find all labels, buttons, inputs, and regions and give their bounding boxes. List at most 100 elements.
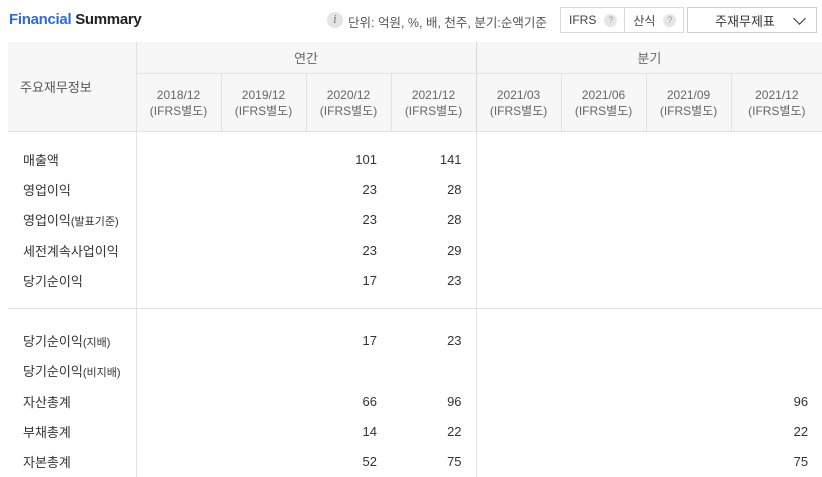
value-cell: 23: [362, 181, 377, 197]
value-cell: [221, 386, 306, 416]
value-cell: [221, 205, 306, 235]
value-cell: [561, 356, 646, 386]
value-cell: [475, 355, 562, 387]
value-cell: [475, 386, 562, 417]
value-cell: 28: [447, 181, 462, 197]
value-cell: 14: [362, 424, 377, 440]
summary-header: Financial Summary i 단위: 억원, %, 배, 천주, 분기…: [0, 0, 822, 42]
row-label-main: 당기순이익: [23, 364, 83, 380]
table-row: 자본총계 52 75 75: [8, 446, 822, 477]
value-cell: 17: [362, 272, 377, 288]
value-cell: [221, 416, 306, 446]
value-cell: [135, 204, 221, 235]
formula-button[interactable]: 산식?: [624, 8, 683, 32]
value-cell: [561, 174, 646, 204]
period-header: 2021/06 (IFRS별도): [560, 73, 647, 132]
value-cell: 28: [447, 212, 462, 228]
value-cell: 23: [447, 272, 462, 288]
ifrs-button[interactable]: IFRS?: [561, 8, 624, 32]
value-cell: [561, 447, 646, 477]
row-label: 당기순이익(비지배): [8, 356, 136, 386]
value-cell: [221, 325, 306, 355]
help-icon[interactable]: ?: [663, 13, 677, 27]
value-cell: 66: [362, 393, 377, 409]
spacer: [8, 309, 136, 326]
value-cell: [561, 235, 646, 265]
spacer: [8, 295, 136, 310]
value-cell: [135, 325, 221, 356]
value-cell: 22: [793, 424, 809, 440]
value-cell: [221, 174, 306, 204]
value-cell: [731, 205, 822, 235]
formula-label: 산식: [633, 13, 656, 28]
financial-summary-table: 주요재무정보 연간 분기 2018/12 (IFRS별도) 2019/12 (IFRS…: [8, 42, 822, 477]
spacer: [561, 309, 646, 326]
value-cell: [731, 235, 822, 265]
value-cell: [221, 265, 306, 295]
ifrs-label: IFRS: [569, 13, 597, 27]
value-cell: [135, 265, 221, 296]
value-cell: 22: [447, 424, 462, 440]
period-date: 2021/09: [666, 87, 711, 102]
value-cell: [135, 386, 221, 417]
value-cell: [561, 205, 646, 235]
table-row: 부채총계 14 22 22: [8, 416, 822, 447]
value-cell: [475, 325, 562, 356]
period-header: 2019/12 (IFRS별도): [220, 73, 306, 132]
value-cell: [306, 356, 391, 386]
value-cell: [475, 144, 562, 175]
help-icon[interactable]: ?: [604, 13, 618, 27]
value-cell: [646, 265, 731, 295]
spacer: [221, 309, 306, 326]
value-cell: [646, 386, 731, 416]
row-label-main: 세전계속사업이익: [23, 243, 119, 259]
period-basis: (IFRS별도): [489, 103, 548, 118]
spacer: [646, 309, 731, 326]
period-header: 2021/09 (IFRS별도): [645, 73, 732, 132]
row-label: 세전계속사업이익: [8, 235, 136, 265]
value-cell: [646, 325, 731, 355]
row-label: 당기순이익: [8, 265, 136, 295]
spacer: [475, 131, 562, 144]
spacer: [731, 309, 822, 326]
spacer: [391, 132, 476, 145]
value-cell: [731, 174, 822, 204]
value-cell: [731, 265, 822, 295]
value-cell: [475, 174, 562, 205]
value-cell: 23: [447, 333, 462, 349]
spacer: [8, 132, 136, 145]
chevron-down-icon: [793, 12, 806, 25]
spacer: [561, 132, 646, 145]
value-cell: 101: [355, 151, 377, 167]
period-date: 2021/03: [496, 87, 541, 102]
info-icon[interactable]: i: [327, 12, 343, 28]
row-label-suffix: (지배): [82, 337, 111, 350]
period-date: 2020/12: [326, 87, 371, 102]
value-cell: [391, 356, 476, 386]
value-cell: [475, 265, 562, 296]
row-label-main: 당기순이익: [23, 334, 83, 350]
statement-select-value: 주재무제표: [715, 13, 775, 29]
value-cell: [221, 144, 306, 174]
spacer: [475, 308, 562, 326]
row-label-main: 영업이익: [23, 213, 71, 229]
statement-select[interactable]: 주재무제표: [687, 7, 817, 33]
value-cell: [135, 174, 221, 205]
period-date: 2018/12: [156, 87, 201, 102]
table-row: 매출액 101 141: [8, 144, 822, 175]
section-title: Financial Summary: [9, 11, 142, 28]
period-header: 2020/12 (IFRS별도): [305, 73, 391, 132]
value-cell: 52: [362, 454, 377, 470]
spacer: [221, 132, 306, 145]
value-cell: [135, 144, 221, 175]
row-label: 자본총계: [8, 447, 136, 477]
value-cell: [221, 356, 306, 386]
value-cell: 17: [362, 333, 377, 349]
group-annual: 연간: [135, 42, 477, 74]
value-cell: 29: [447, 242, 462, 258]
row-label-suffix: (비지배): [82, 367, 121, 380]
row-label-main: 부채총계: [23, 425, 71, 441]
standard-toggle: IFRS? 산식?: [560, 7, 685, 33]
period-header: 2018/12 (IFRS별도): [135, 73, 221, 132]
period-date: 2021/06: [581, 87, 626, 102]
